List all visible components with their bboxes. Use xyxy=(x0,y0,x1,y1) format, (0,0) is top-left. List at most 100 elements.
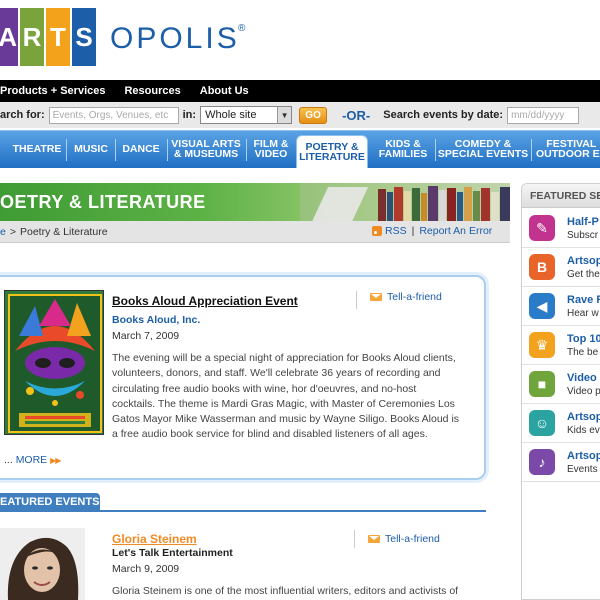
sidebar-item-subtitle: Events xyxy=(567,464,598,475)
blog-icon: B xyxy=(529,254,555,280)
tab-label: THEATRE xyxy=(12,143,62,155)
tab-label: MUSIC xyxy=(74,143,108,155)
music-icon: ♪ xyxy=(529,449,555,475)
double-arrow-icon: ▶▶ xyxy=(50,456,61,465)
sidebar-item-title: Video xyxy=(567,372,597,384)
kids-icon: ☺ xyxy=(529,410,555,436)
tab-label: FILM & VIDEO xyxy=(253,138,289,160)
sidebar-item-top-10[interactable]: ♛ Top 10 The be xyxy=(522,327,600,365)
breadcrumb: e > Poetry & Literature RSS | Report An … xyxy=(0,221,510,243)
tell-a-friend-label: Tell-a-friend xyxy=(385,533,440,545)
page-header-banner: OETRY & LITERATURE xyxy=(0,183,510,221)
featured-events-rule xyxy=(0,510,486,512)
trophy-icon: ♛ xyxy=(529,332,555,358)
tab-divider xyxy=(246,139,247,161)
tab-comedy-special-events[interactable]: COMEDY & SPECIAL EVENTS xyxy=(437,131,529,167)
tab-dance[interactable]: DANCE xyxy=(120,131,162,167)
search-label: arch for: xyxy=(0,109,45,121)
go-button[interactable]: GO xyxy=(299,106,328,124)
report-error-link[interactable]: Report An Error xyxy=(419,225,492,237)
logo-letter-s: S xyxy=(72,8,96,66)
bookshelf-graphic xyxy=(300,183,510,221)
more-link-row: ... MORE ▶▶ xyxy=(4,454,61,466)
sidebar-item-subtitle: Video p xyxy=(567,386,600,397)
event-description: The evening will be a special night of a… xyxy=(112,352,460,441)
search-scope-select[interactable]: Whole site ▼ xyxy=(200,106,293,124)
search-bar: arch for: Events, Orgs, Venues, etc in: … xyxy=(0,102,600,128)
tab-label: VISUAL ARTS & MUSEUMS xyxy=(171,138,241,160)
date-input[interactable]: mm/dd/yyyy xyxy=(507,106,580,124)
search-scope-label: in: xyxy=(182,109,197,121)
tab-poetry-literature[interactable]: POETRY & LITERATURE xyxy=(296,135,368,168)
or-separator: -OR- xyxy=(342,107,371,123)
bookshelf-image xyxy=(300,183,510,221)
sidebar-item-half-price[interactable]: ✎ Half-P Subscr xyxy=(522,210,600,248)
divider xyxy=(354,530,355,548)
page-actions: RSS | Report An Error xyxy=(372,225,492,237)
megaphone-icon: ◀ xyxy=(529,293,555,319)
event-title[interactable]: Books Aloud Appreciation Event xyxy=(112,294,298,308)
sidebar-heading: FEATURED SE xyxy=(522,184,600,208)
search-scope-value: Whole site xyxy=(205,109,257,121)
tab-theatre[interactable]: THEATRE xyxy=(12,131,62,167)
featured-event-subtitle: Let's Talk Entertainment xyxy=(112,547,233,559)
tab-label: FESTIVAL OUTDOOR EV xyxy=(536,138,600,160)
sidebar-item-title: Artsop xyxy=(567,450,600,462)
tell-a-friend-label: Tell-a-friend xyxy=(387,291,442,303)
featured-tell-a-friend[interactable]: Tell-a-friend xyxy=(368,533,440,545)
search-input[interactable]: Events, Orgs, Venues, etc xyxy=(48,106,179,124)
logo-wordmark: OPOLIS xyxy=(110,22,240,55)
tab-festivals-outdoor[interactable]: FESTIVAL OUTDOOR EV xyxy=(536,131,600,167)
sidebar-item-title: Half-P xyxy=(567,216,599,228)
nav-about-us[interactable]: About Us xyxy=(200,85,249,97)
site-header: A R T S OPOLIS ® xyxy=(0,0,600,80)
sidebar-item-title: Artsop xyxy=(567,411,600,423)
sidebar-item-subtitle: Subscr xyxy=(567,230,599,241)
breadcrumb-separator: > xyxy=(9,225,16,238)
registered-mark: ® xyxy=(238,23,246,34)
tab-label: COMEDY & SPECIAL EVENTS xyxy=(437,138,529,160)
tab-kids-families[interactable]: KIDS & FAMILIES xyxy=(375,131,431,167)
breadcrumb-home[interactable]: e xyxy=(0,226,6,238)
event-poster-image[interactable] xyxy=(4,290,104,435)
sidebar-item-subtitle: Kids ev xyxy=(567,425,600,436)
rss-icon[interactable] xyxy=(372,226,382,236)
featured-events-heading: EATURED EVENTS xyxy=(0,493,100,511)
sidebar-item-blog[interactable]: B Artsop Get the xyxy=(522,249,600,287)
top-navigation: Products + Services Resources About Us xyxy=(0,80,600,102)
artsopolis-logo[interactable]: A R T S xyxy=(0,8,96,66)
tab-divider xyxy=(167,139,168,161)
chevron-down-icon: ▼ xyxy=(277,107,292,123)
nav-products-services[interactable]: Products + Services xyxy=(0,85,105,97)
sidebar-item-video[interactable]: ■ Video Video p xyxy=(522,366,600,404)
envelope-icon xyxy=(368,535,380,543)
tab-film-video[interactable]: FILM & VIDEO xyxy=(250,131,292,167)
tell-a-friend[interactable]: Tell-a-friend xyxy=(370,291,442,303)
ticket-icon: ✎ xyxy=(529,215,555,241)
breadcrumb-current: Poetry & Literature xyxy=(19,225,108,238)
sidebar-item-title: Rave R xyxy=(567,294,600,306)
mardi-gras-poster xyxy=(5,291,103,434)
event-photo[interactable] xyxy=(0,528,85,600)
featured-event-description: Gloria Steinem is one of the most influe… xyxy=(112,585,459,597)
sidebar-item-subtitle: Hear w xyxy=(567,308,599,319)
tab-visual-arts[interactable]: VISUAL ARTS & MUSEUMS xyxy=(170,131,242,167)
more-ellipsis: ... xyxy=(4,454,13,466)
featured-event-title[interactable]: Gloria Steinem xyxy=(112,532,197,546)
envelope-icon xyxy=(370,293,382,301)
sidebar-item-kids[interactable]: ☺ Artsop Kids ev xyxy=(522,405,600,443)
sidebar-item-subtitle: Get the xyxy=(567,269,600,280)
tab-music[interactable]: MUSIC xyxy=(71,131,111,167)
action-divider: | xyxy=(411,225,415,237)
tab-label: POETRY & LITERATURE xyxy=(299,141,365,163)
tab-divider xyxy=(435,139,436,161)
nav-resources[interactable]: Resources xyxy=(124,85,180,97)
rss-link[interactable]: RSS xyxy=(385,225,407,237)
tab-label: KIDS & FAMILIES xyxy=(378,138,428,160)
event-organization[interactable]: Books Aloud, Inc. xyxy=(112,314,200,326)
page-title: OETRY & LITERATURE xyxy=(0,192,206,212)
sidebar-item-events[interactable]: ♪ Artsop Events xyxy=(522,444,600,482)
sidebar-item-rave-reviews[interactable]: ◀ Rave R Hear w xyxy=(522,288,600,326)
more-link[interactable]: MORE xyxy=(16,454,48,466)
camera-icon: ■ xyxy=(529,371,555,397)
